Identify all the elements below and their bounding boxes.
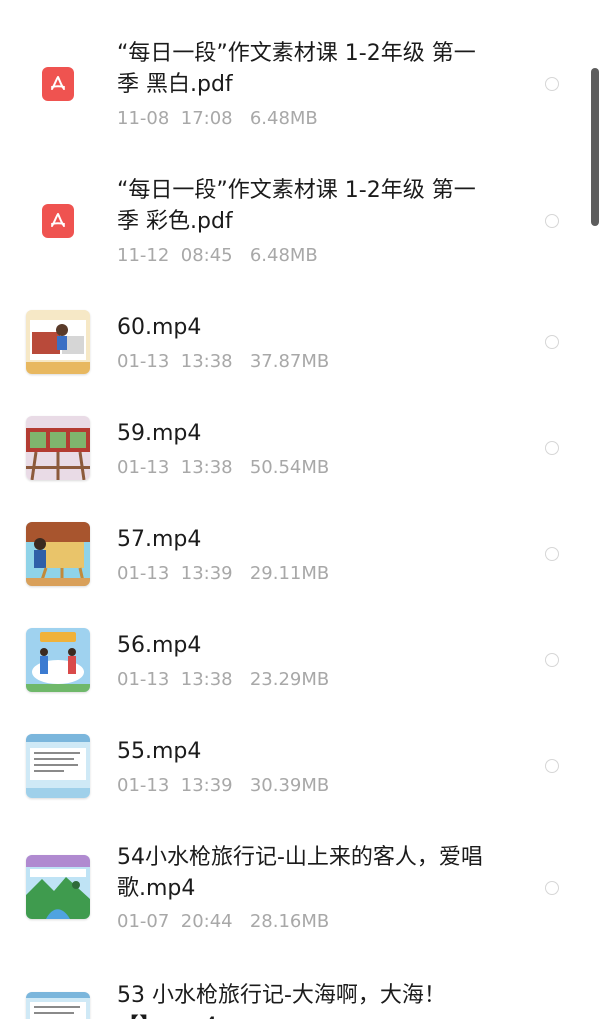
file-row[interactable]: 56.mp4 01-13 13:38 23.29MB xyxy=(0,613,600,719)
file-name: 60.mp4 xyxy=(117,315,202,340)
file-meta: 11-08 17:08 6.48MB xyxy=(117,108,318,129)
file-row[interactable]: “每日一段”作文素材课 1-2年级 第一季 黑白.pdf 11-08 17:08… xyxy=(0,0,600,140)
file-date: 01-13 xyxy=(117,563,170,584)
file-date: 01-13 xyxy=(117,351,170,372)
select-radio[interactable] xyxy=(545,335,559,349)
file-meta: 01-13 13:38 50.54MB xyxy=(117,457,329,478)
file-size: 29.11MB xyxy=(249,563,330,584)
file-time: 17:08 xyxy=(180,108,233,129)
file-size: 37.87MB xyxy=(249,351,330,372)
file-row[interactable]: 59.mp4 01-13 13:38 50.54MB xyxy=(0,401,600,507)
file-size: 23.29MB xyxy=(249,669,330,690)
pdf-file-icon xyxy=(42,204,74,238)
file-name: 56.mp4 xyxy=(117,633,202,658)
file-meta: 11-12 08:45 6.48MB xyxy=(117,245,318,266)
video-thumbnail xyxy=(26,628,90,692)
file-date: 11-12 xyxy=(117,245,170,266)
video-thumbnail xyxy=(26,992,90,1019)
file-time: 08:45 xyxy=(180,245,233,266)
file-row[interactable]: 54小水枪旅行记-山上来的客人，爱唱歌.mp4 01-07 20:44 28.1… xyxy=(0,825,600,965)
file-meta: 01-13 13:39 30.39MB xyxy=(117,775,329,796)
file-size: 28.16MB xyxy=(249,911,330,932)
scrollbar-thumb[interactable] xyxy=(591,68,599,226)
file-time: 13:39 xyxy=(180,563,233,584)
file-size: 50.54MB xyxy=(249,457,330,478)
file-name: 54小水枪旅行记-山上来的客人，爱唱歌.mp4 xyxy=(117,845,483,901)
select-radio[interactable] xyxy=(545,441,559,455)
file-name: “每日一段”作文素材课 1-2年级 第一季 彩色.pdf xyxy=(117,178,476,234)
file-size: 6.48MB xyxy=(249,108,318,129)
video-thumbnail xyxy=(26,522,90,586)
select-radio[interactable] xyxy=(545,77,559,91)
file-size: 30.39MB xyxy=(249,775,330,796)
file-name: 55.mp4 xyxy=(117,739,202,764)
file-date: 01-13 xyxy=(117,775,170,796)
file-date: 01-07 xyxy=(117,911,170,932)
file-date: 01-13 xyxy=(117,669,170,690)
file-row[interactable]: 53 小水枪旅行记-大海啊，大海！【】.mp4 xyxy=(0,965,600,1019)
video-thumbnail xyxy=(26,855,90,919)
select-radio[interactable] xyxy=(545,881,559,895)
file-date: 11-08 xyxy=(117,108,170,129)
select-radio[interactable] xyxy=(545,547,559,561)
file-date: 01-13 xyxy=(117,457,170,478)
file-row[interactable]: “每日一段”作文素材课 1-2年级 第一季 彩色.pdf 11-12 08:45… xyxy=(0,140,600,278)
file-meta: 01-13 13:38 37.87MB xyxy=(117,351,329,372)
video-thumbnail xyxy=(26,416,90,480)
select-radio[interactable] xyxy=(545,653,559,667)
file-time: 20:44 xyxy=(180,911,233,932)
select-radio[interactable] xyxy=(545,759,559,773)
file-name: “每日一段”作文素材课 1-2年级 第一季 黑白.pdf xyxy=(117,41,476,97)
video-thumbnail xyxy=(26,734,90,798)
file-row[interactable]: 55.mp4 01-13 13:39 30.39MB xyxy=(0,719,600,825)
file-time: 13:38 xyxy=(180,351,233,372)
file-name: 57.mp4 xyxy=(117,527,202,552)
file-time: 13:39 xyxy=(180,775,233,796)
file-meta: 01-13 13:39 29.11MB xyxy=(117,563,329,584)
file-time: 13:38 xyxy=(180,457,233,478)
file-size: 6.48MB xyxy=(249,245,318,266)
pdf-file-icon xyxy=(42,67,74,101)
file-meta: 01-07 20:44 28.16MB xyxy=(117,911,329,932)
file-name: 59.mp4 xyxy=(117,421,202,446)
file-name: 53 小水枪旅行记-大海啊，大海！【】.mp4 xyxy=(117,983,446,1019)
file-meta: 01-13 13:38 23.29MB xyxy=(117,669,329,690)
video-thumbnail xyxy=(26,310,90,374)
file-row[interactable]: 57.mp4 01-13 13:39 29.11MB xyxy=(0,507,600,613)
select-radio[interactable] xyxy=(545,214,559,228)
file-time: 13:38 xyxy=(180,669,233,690)
file-row[interactable]: 60.mp4 01-13 13:38 37.87MB xyxy=(0,295,600,401)
